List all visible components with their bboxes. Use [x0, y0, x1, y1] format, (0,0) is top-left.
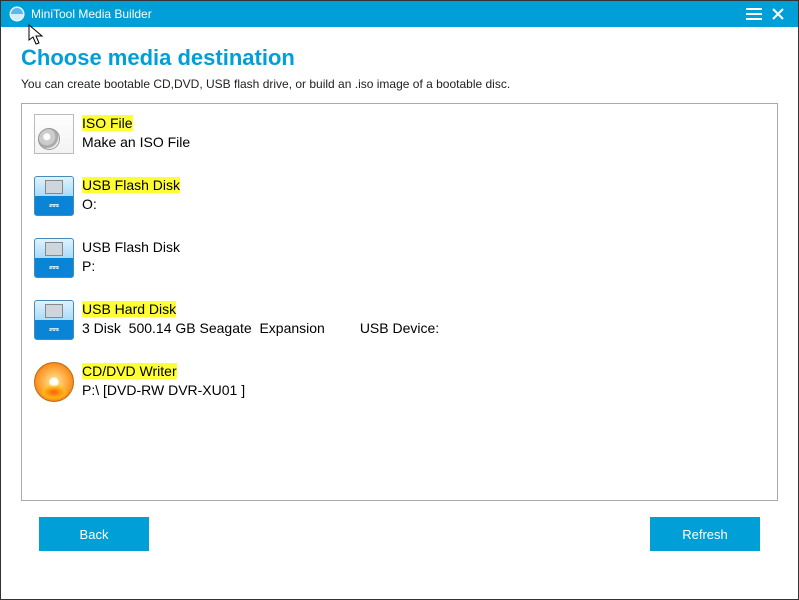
app-logo-icon: [9, 6, 25, 22]
dvd-writer-icon: [34, 362, 74, 402]
page-title: Choose media destination: [21, 45, 778, 71]
media-item-sub: P:\ [DVD-RW DVR-XU01 ]: [82, 381, 245, 399]
media-item-title: USB Flash Disk: [82, 239, 180, 255]
media-item-title: USB Hard Disk: [82, 301, 176, 317]
media-item-title: USB Flash Disk: [82, 177, 180, 193]
menu-icon[interactable]: [742, 2, 766, 26]
media-item-sub: Make an ISO File: [82, 133, 190, 151]
media-item-usb-hard[interactable]: USB Hard Disk 3 Disk 500.14 GB Seagate E…: [34, 300, 765, 340]
usb-drive-icon: [34, 238, 74, 278]
media-item-dvd[interactable]: CD/DVD Writer P:\ [DVD-RW DVR-XU01 ]: [34, 362, 765, 402]
media-item-sub: P:: [82, 257, 180, 275]
back-button[interactable]: Back: [39, 517, 149, 551]
usb-drive-icon: [34, 176, 74, 216]
media-item-title: ISO File: [82, 115, 133, 131]
close-icon[interactable]: [766, 2, 790, 26]
media-item-usb-o[interactable]: USB Flash Disk O:: [34, 176, 765, 216]
page-subtitle: You can create bootable CD,DVD, USB flas…: [21, 77, 778, 91]
media-list: ISO File Make an ISO File USB Flash Disk…: [21, 103, 778, 501]
media-item-title: CD/DVD Writer: [82, 363, 177, 379]
media-item-sub: 3 Disk 500.14 GB Seagate Expansion USB D…: [82, 319, 439, 337]
title-bar: MiniTool Media Builder: [1, 1, 798, 27]
usb-drive-icon: [34, 300, 74, 340]
refresh-button[interactable]: Refresh: [650, 517, 760, 551]
app-title: MiniTool Media Builder: [31, 7, 152, 21]
iso-file-icon: [34, 114, 74, 154]
media-item-sub: O:: [82, 195, 180, 213]
media-item-iso[interactable]: ISO File Make an ISO File: [34, 114, 765, 154]
media-item-usb-p[interactable]: USB Flash Disk P:: [34, 238, 765, 278]
